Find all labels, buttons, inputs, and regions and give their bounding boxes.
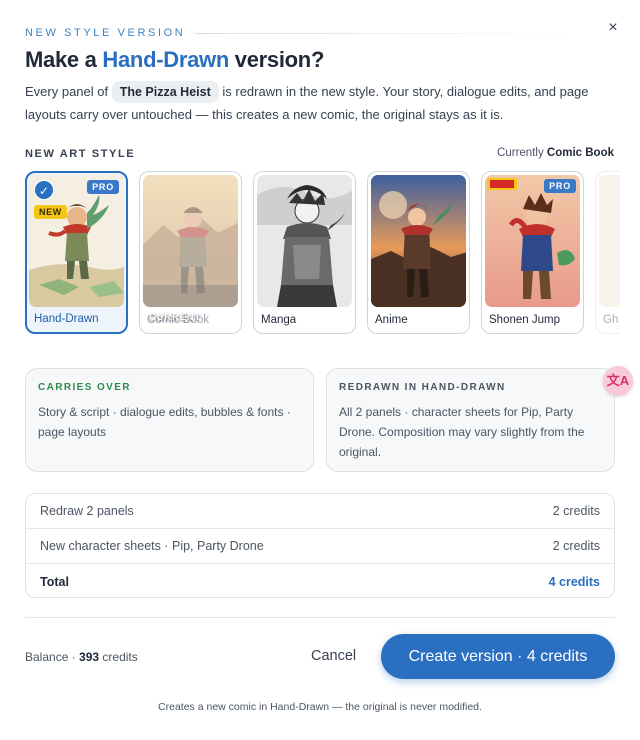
balance-prefix: Balance ·	[25, 650, 76, 664]
selected-check-icon: ✓	[34, 180, 54, 200]
current-style-prefix: Currently	[497, 147, 544, 159]
carries-over-heading: CARRIES OVER	[38, 382, 131, 393]
credit-balance: Balance · 393 credits	[25, 650, 138, 664]
cost-total-value: 4 credits	[548, 574, 600, 589]
eyebrow-row: NEW STYLE VERSION	[25, 26, 585, 40]
translate-icon[interactable]: 文A	[603, 366, 633, 396]
cost-total-row: Total 4 credits	[26, 564, 614, 597]
style-card-hand-drawn[interactable]: ✓ PRO NEW Hand-Drawn	[25, 171, 128, 334]
partial-style-preview	[599, 175, 620, 307]
current-badge: CURRENT	[149, 312, 202, 322]
current-style-value: Comic Book	[546, 147, 614, 159]
cost-row-label: Redraw 2 panels	[40, 504, 134, 518]
redrawn-panel: REDRAWN IN HAND-DRAWN All 2 panels · cha…	[326, 368, 615, 472]
comic-title-chip: The Pizza Heist	[111, 81, 219, 103]
dialog-description: Every panel of The Pizza Heist is redraw…	[25, 80, 620, 126]
cost-row: Redraw 2 panels 2 credits	[26, 494, 614, 529]
balance-suffix: credits	[102, 650, 138, 664]
manga-preview	[257, 175, 352, 307]
desc-after: is redrawn in the new style. Your story,…	[25, 84, 589, 122]
art-style-section-label: NEW ART STYLE	[25, 148, 136, 160]
pro-badge: PRO	[87, 180, 119, 194]
style-card-manga[interactable]: Manga	[253, 171, 356, 334]
style-version-dialog: NEW STYLE VERSION × Make a Hand-Drawn ve…	[0, 0, 640, 740]
create-version-button[interactable]: Create version · 4 credits	[381, 634, 615, 679]
title-style-name: Hand-Drawn	[102, 47, 229, 72]
style-card-label: Anime	[375, 314, 408, 326]
desc-before: Every panel of	[25, 84, 109, 99]
dialog-title: Make a Hand-Drawn version?	[25, 47, 324, 73]
close-icon[interactable]: ×	[604, 19, 622, 37]
cost-row: New character sheets · Pip, Party Drone …	[26, 529, 614, 564]
redrawn-heading: REDRAWN IN HAND-DRAWN	[339, 382, 506, 393]
footer-note: Creates a new comic in Hand-Drawn — the …	[158, 701, 482, 713]
anime-preview	[371, 175, 466, 307]
comic-book-preview	[143, 175, 238, 307]
balance-value: 393	[79, 650, 100, 664]
style-card-shonen-jump[interactable]: PRO Shonen Jump	[481, 171, 584, 334]
style-card-partial[interactable]: Gh	[595, 171, 620, 334]
title-prefix: Make a	[25, 47, 97, 72]
current-style-note: Currently Comic Book	[497, 147, 614, 159]
style-card-label: Hand-Drawn	[34, 313, 99, 325]
cancel-button[interactable]: Cancel	[311, 648, 356, 664]
style-card-comic-book[interactable]: CURRENT Comic Book	[139, 171, 242, 334]
style-card-anime[interactable]: Anime	[367, 171, 470, 334]
style-card-label: Shonen Jump	[489, 314, 560, 326]
new-badge: NEW	[34, 205, 67, 219]
style-card-label: Gh	[603, 314, 619, 326]
cost-breakdown: Redraw 2 panels 2 credits New character …	[25, 493, 615, 598]
cost-row-value: 2 credits	[552, 504, 600, 518]
style-card-label: Manga	[261, 314, 297, 326]
eyebrow-label: NEW STYLE VERSION	[25, 27, 186, 39]
cost-row-label: New character sheets · Pip, Party Drone	[40, 539, 264, 553]
redrawn-body: All 2 panels · character sheets for Pip,…	[339, 405, 585, 459]
style-carousel: ✓ PRO NEW Hand-Drawn CURRENT Comic Book …	[25, 171, 620, 335]
pro-badge: PRO	[544, 179, 576, 193]
title-suffix: version?	[234, 47, 325, 72]
carries-over-panel: CARRIES OVER Story & script · dialogue e…	[25, 368, 314, 472]
footer-divider	[25, 617, 615, 618]
eyebrow-divider	[195, 32, 585, 34]
cost-total-label: Total	[40, 574, 69, 589]
shonen-jump-preview	[485, 175, 580, 307]
cost-row-value: 2 credits	[552, 539, 600, 553]
carries-over-body: Story & script · dialogue edits, bubbles…	[38, 405, 291, 439]
